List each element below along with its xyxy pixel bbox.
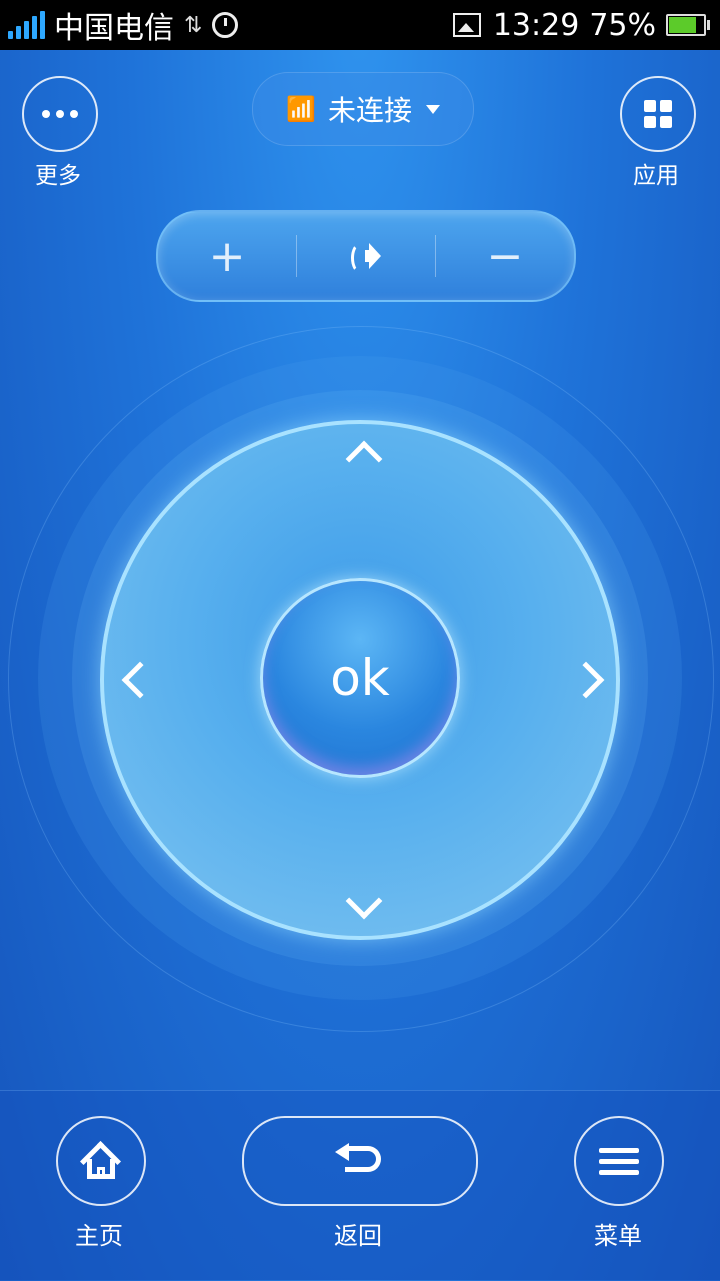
more-button[interactable]	[22, 76, 98, 152]
home-button[interactable]	[56, 1116, 146, 1206]
clock: 13:29	[492, 7, 580, 43]
more-icon	[39, 110, 81, 118]
plus-icon: +	[208, 230, 246, 282]
carrier-name: 中国电信	[54, 11, 174, 46]
minus-icon: −	[486, 230, 524, 282]
menu-label: 菜单	[594, 1222, 642, 1250]
apps-label: 应用	[633, 163, 679, 189]
wifi-disconnected-icon: 📶	[286, 95, 316, 123]
signal-icon	[8, 11, 48, 39]
apps-grid-icon	[644, 100, 672, 128]
volume-up-button[interactable]: +	[158, 212, 296, 300]
volume-control: + −	[156, 210, 576, 302]
volume-down-button[interactable]: −	[436, 212, 574, 300]
chevron-down-icon	[425, 104, 440, 114]
menu-button[interactable]	[574, 1116, 664, 1206]
data-transfer-icon: ⇅	[184, 12, 203, 38]
home-label: 主页	[75, 1222, 123, 1250]
connection-selector[interactable]: 📶 未连接	[252, 72, 474, 146]
ok-button[interactable]: ok	[260, 578, 460, 778]
menu-icon	[599, 1142, 639, 1181]
connection-status: 未连接	[327, 94, 412, 127]
home-icon	[79, 1140, 122, 1183]
status-bar: 中国电信 ⇅ 13:29 75%	[0, 0, 720, 50]
back-arrow-icon	[335, 1143, 385, 1176]
battery-icon	[666, 14, 710, 36]
back-label: 返回	[334, 1222, 382, 1250]
alarm-icon	[212, 12, 239, 38]
more-label: 更多	[35, 163, 81, 189]
mute-button[interactable]	[297, 212, 435, 300]
back-button[interactable]	[242, 1116, 478, 1206]
speaker-icon	[351, 241, 381, 273]
apps-button[interactable]	[620, 76, 696, 152]
ok-label: ok	[330, 649, 390, 707]
image-notification-icon	[452, 13, 481, 37]
battery-percent: 75%	[589, 7, 656, 43]
